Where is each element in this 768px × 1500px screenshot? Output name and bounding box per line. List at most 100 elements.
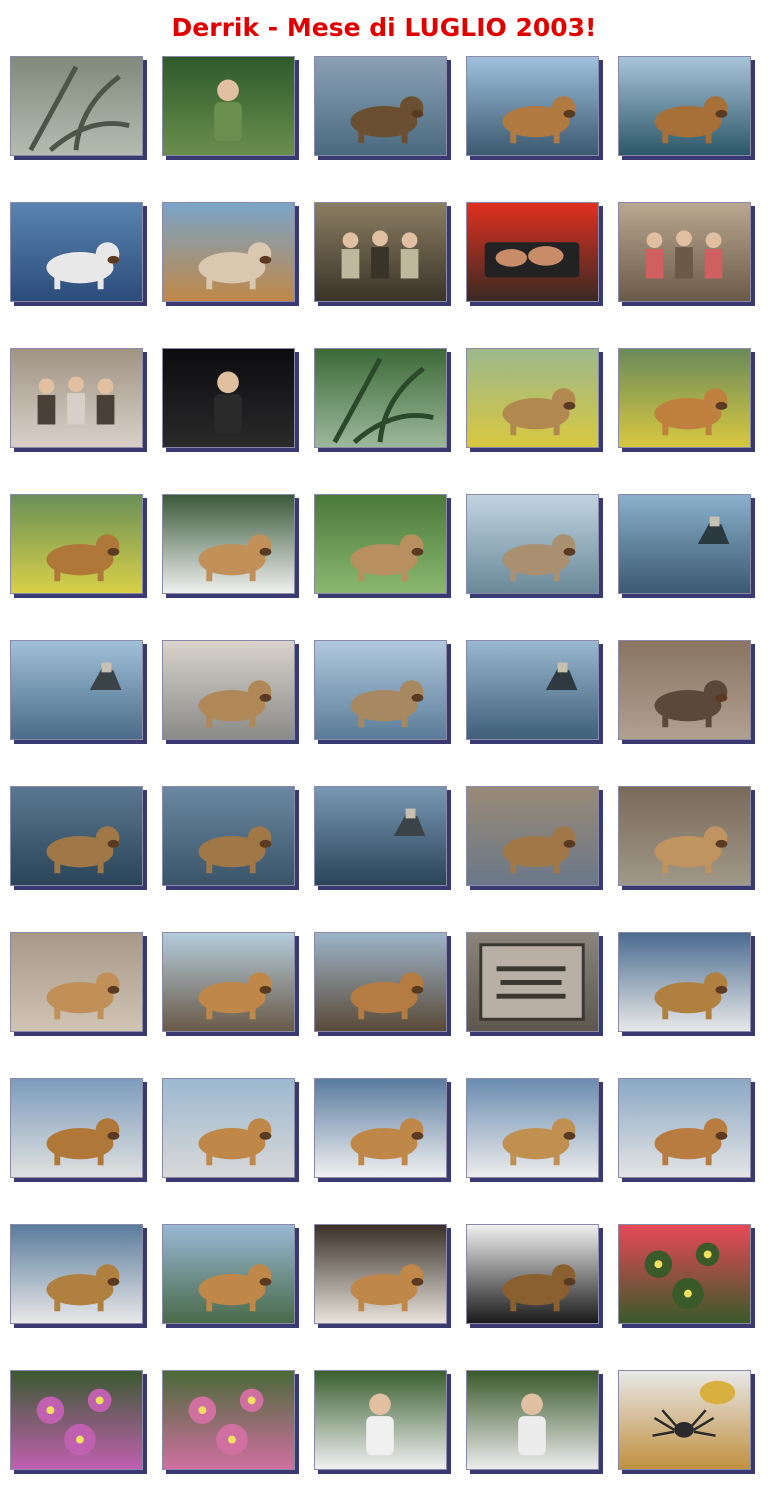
photo-thumbnail[interactable] xyxy=(162,786,299,890)
photo-thumbnail[interactable] xyxy=(162,348,299,452)
photo-thumbnail[interactable] xyxy=(466,932,603,1036)
photo-image xyxy=(10,640,143,740)
photo-person-icon xyxy=(467,1371,598,1469)
photo-dog-icon xyxy=(163,787,294,885)
photo-thumbnail[interactable] xyxy=(314,202,451,306)
photo-image xyxy=(618,932,751,1032)
photo-image xyxy=(466,786,599,886)
photo-flower-icon xyxy=(11,1371,142,1469)
photo-thumbnail[interactable] xyxy=(466,1370,603,1474)
photo-thumbnail[interactable] xyxy=(618,1078,755,1182)
photo-person-icon xyxy=(315,1371,446,1469)
photo-image xyxy=(466,932,599,1032)
photo-thumbnail[interactable] xyxy=(466,1078,603,1182)
photo-image xyxy=(618,56,751,156)
photo-people-icon xyxy=(11,349,142,447)
photo-dog-icon xyxy=(467,57,598,155)
photo-image xyxy=(618,786,751,886)
photo-image xyxy=(466,348,599,448)
photo-thumbnail[interactable] xyxy=(314,348,451,452)
photo-thumbnail[interactable] xyxy=(466,56,603,160)
photo-image xyxy=(466,56,599,156)
photo-thumbnail[interactable] xyxy=(314,786,451,890)
photo-dog-icon xyxy=(11,495,142,593)
photo-thumbnail[interactable] xyxy=(618,932,755,1036)
photo-thumbnail[interactable] xyxy=(466,494,603,598)
photo-thumbnail[interactable] xyxy=(10,640,147,744)
photo-image xyxy=(314,1370,447,1470)
photo-thumbnail[interactable] xyxy=(466,786,603,890)
photo-dog-icon xyxy=(315,495,446,593)
photo-image xyxy=(466,640,599,740)
photo-thumbnail[interactable] xyxy=(314,1224,451,1328)
photo-dog-icon xyxy=(315,1225,446,1323)
photo-thumbnail[interactable] xyxy=(10,202,147,306)
photo-image xyxy=(314,494,447,594)
photo-flower-icon xyxy=(163,1371,294,1469)
photo-dog-icon xyxy=(619,787,750,885)
photo-image xyxy=(618,1224,751,1324)
photo-dog-icon xyxy=(315,641,446,739)
photo-thumbnail[interactable] xyxy=(10,494,147,598)
photo-thumbnail[interactable] xyxy=(618,1370,755,1474)
photo-thumbnail[interactable] xyxy=(314,932,451,1036)
photo-food-icon xyxy=(467,203,598,301)
photo-image xyxy=(314,932,447,1032)
photo-thumbnail[interactable] xyxy=(314,1370,451,1474)
photo-thumbnail[interactable] xyxy=(314,1078,451,1182)
photo-image xyxy=(162,640,295,740)
photo-thumbnail[interactable] xyxy=(162,1078,299,1182)
photo-dog-icon xyxy=(315,933,446,1031)
photo-thumbnail[interactable] xyxy=(162,640,299,744)
photo-dog-icon xyxy=(315,1079,446,1177)
photo-thumbnail[interactable] xyxy=(10,1078,147,1182)
photo-thumbnail[interactable] xyxy=(314,56,451,160)
photo-flower-icon xyxy=(619,1225,750,1323)
photo-thumbnail[interactable] xyxy=(466,1224,603,1328)
photo-sea-icon xyxy=(315,787,446,885)
photo-thumbnail[interactable] xyxy=(162,202,299,306)
photo-image xyxy=(618,1370,751,1470)
photo-thumbnail[interactable] xyxy=(10,1224,147,1328)
photo-image xyxy=(162,348,295,448)
photo-thumbnail[interactable] xyxy=(618,786,755,890)
photo-spider-icon xyxy=(619,1371,750,1469)
photo-thumbnail[interactable] xyxy=(618,202,755,306)
photo-plant-icon xyxy=(315,349,446,447)
photo-image xyxy=(314,1224,447,1324)
photo-dog-icon xyxy=(11,203,142,301)
photo-thumbnail[interactable] xyxy=(618,56,755,160)
photo-image xyxy=(10,1370,143,1470)
photo-thumbnail[interactable] xyxy=(10,786,147,890)
photo-image xyxy=(10,56,143,156)
photo-thumbnail[interactable] xyxy=(466,202,603,306)
photo-person-icon xyxy=(163,349,294,447)
photo-image xyxy=(162,1224,295,1324)
photo-image xyxy=(618,494,751,594)
photo-thumbnail[interactable] xyxy=(162,494,299,598)
photo-thumbnail[interactable] xyxy=(618,1224,755,1328)
photo-thumbnail[interactable] xyxy=(10,932,147,1036)
photo-thumbnail[interactable] xyxy=(618,640,755,744)
photo-image xyxy=(618,640,751,740)
photo-thumbnail[interactable] xyxy=(162,56,299,160)
photo-image xyxy=(466,202,599,302)
photo-thumbnail[interactable] xyxy=(162,1224,299,1328)
photo-thumbnail[interactable] xyxy=(314,640,451,744)
photo-thumbnail[interactable] xyxy=(162,932,299,1036)
photo-thumbnail[interactable] xyxy=(618,494,755,598)
photo-image xyxy=(618,202,751,302)
photo-image xyxy=(314,348,447,448)
photo-thumbnail[interactable] xyxy=(10,348,147,452)
photo-thumbnail[interactable] xyxy=(618,348,755,452)
photo-thumbnail[interactable] xyxy=(10,1370,147,1474)
photo-thumbnail[interactable] xyxy=(162,1370,299,1474)
photo-dog-icon xyxy=(467,349,598,447)
photo-thumbnail[interactable] xyxy=(466,348,603,452)
photo-image xyxy=(314,786,447,886)
photo-dog-icon xyxy=(163,1079,294,1177)
photo-thumbnail[interactable] xyxy=(466,640,603,744)
photo-thumbnail[interactable] xyxy=(10,56,147,160)
photo-thumbnail[interactable] xyxy=(314,494,451,598)
photo-image xyxy=(314,56,447,156)
